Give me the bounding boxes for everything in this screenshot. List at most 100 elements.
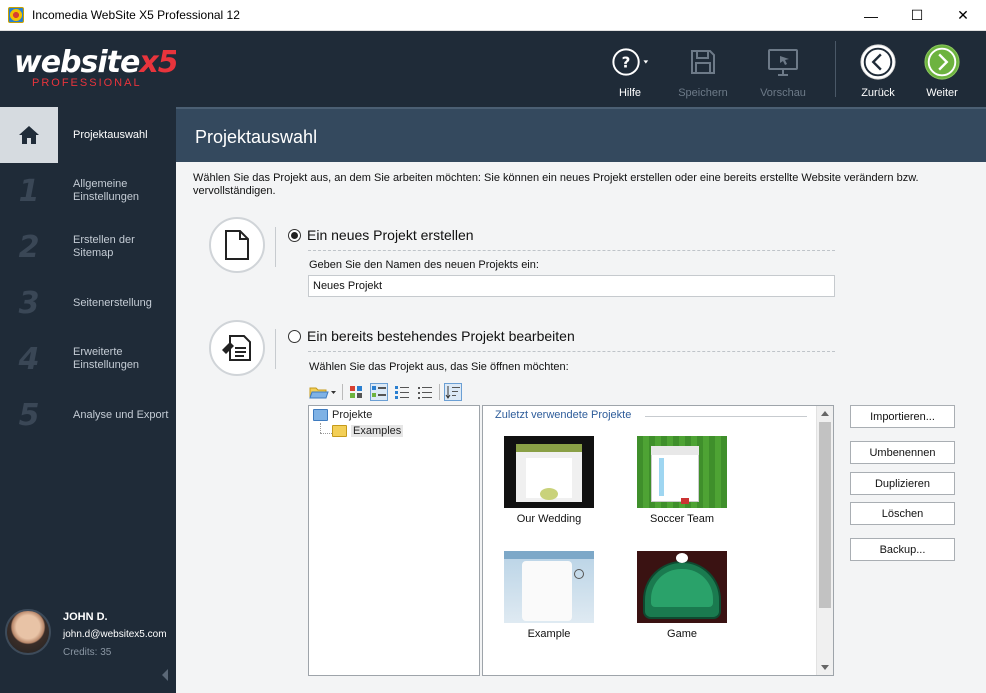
project-thumbnail: [504, 551, 594, 623]
backup-button[interactable]: Backup...: [850, 538, 955, 561]
tree-connector: [320, 433, 332, 434]
sidebar-item-analyse-export[interactable]: 5 Analyse und Export: [0, 387, 176, 443]
list-view-icon[interactable]: [393, 383, 411, 401]
close-button[interactable]: ✕: [940, 0, 986, 31]
step-number: 4: [18, 341, 40, 377]
existing-project-prompt: Wählen Sie das Projekt aus, das Sie öffn…: [309, 361, 569, 373]
edit-document-icon: [209, 320, 265, 376]
open-folder-dropdown-icon[interactable]: [309, 383, 337, 401]
import-button[interactable]: Importieren...: [850, 405, 955, 428]
sidebar-item-sitemap[interactable]: 2 Erstellen der Sitemap: [0, 219, 176, 275]
step-number: 2: [18, 229, 40, 265]
user-credits: Credits: 35: [63, 647, 112, 658]
tree-node-label: Examples: [351, 425, 404, 437]
folder-icon: [332, 425, 347, 437]
project-name: Example: [527, 628, 571, 640]
user-panel: JOHN D. john.d@websitex5.com Credits: 35: [0, 603, 176, 693]
preview-label: Vorschau: [760, 87, 806, 99]
new-project-option-label: Ein neues Projekt erstellen: [307, 227, 474, 243]
sidebar: websitex5 PROFESSIONAL Projektauswahl 1 …: [0, 31, 179, 693]
back-button[interactable]: Zurück: [848, 31, 908, 107]
details-view-icon[interactable]: [416, 383, 434, 401]
project-folder-tree[interactable]: Projekte Examples: [308, 405, 480, 676]
new-project-radio[interactable]: Ein neues Projekt erstellen: [288, 227, 474, 243]
project-name-input[interactable]: [308, 275, 835, 297]
next-label: Weiter: [926, 87, 958, 99]
user-name: JOHN D.: [63, 611, 108, 623]
tree-node-projekte[interactable]: Projekte: [313, 409, 372, 421]
page-intro: Wählen Sie das Projekt aus, an dem Sie a…: [193, 172, 919, 197]
sidebar-item-label: Seitenerstellung: [73, 296, 152, 309]
divider: [645, 416, 807, 417]
divider: [308, 351, 835, 352]
tree-node-examples[interactable]: Examples: [332, 425, 404, 437]
step-number: 3: [18, 285, 40, 321]
scroll-up-icon[interactable]: [821, 411, 829, 416]
project-view-toolbar: [309, 381, 467, 403]
toolbar-separator: [439, 384, 440, 400]
minimize-button[interactable]: —: [848, 0, 894, 31]
scroll-down-icon[interactable]: [821, 665, 829, 670]
save-label: Speichern: [678, 87, 728, 99]
sort-icon[interactable]: [444, 383, 462, 401]
sidebar-item-label: Analyse und Export: [73, 408, 169, 421]
new-project-prompt: Geben Sie den Namen des neuen Projekts e…: [309, 259, 539, 271]
delete-button[interactable]: Löschen: [850, 502, 955, 525]
existing-project-option-label: Ein bereits bestehendes Projekt bearbeit…: [307, 328, 575, 344]
main-toolbar: ? Hilfe Speichern Vorschau Zurück Weiter: [176, 31, 986, 107]
app-icon: [8, 7, 24, 23]
save-button[interactable]: Speichern: [673, 31, 733, 107]
tree-node-label: Projekte: [332, 409, 373, 421]
window-titlebar: Incomedia WebSite X5 Professional 12 — ☐…: [0, 0, 986, 31]
websitex5-logo: websitex5 PROFESSIONAL: [0, 31, 179, 107]
step-number: 1: [18, 173, 40, 209]
sidebar-item-seitenerstellung[interactable]: 3 Seitenerstellung: [0, 275, 176, 331]
help-button[interactable]: ? Hilfe: [600, 31, 660, 107]
project-thumbnail: [637, 436, 727, 508]
large-icons-view-icon[interactable]: [347, 383, 365, 401]
rename-button[interactable]: Umbenennen: [850, 441, 955, 464]
recent-projects-panel: Zuletzt verwendete Projekte Our Wedding …: [482, 405, 834, 676]
project-thumbnail: [637, 551, 727, 623]
existing-project-radio[interactable]: Ein bereits bestehendes Projekt bearbeit…: [288, 328, 575, 344]
project-name: Our Wedding: [516, 513, 582, 525]
preview-button[interactable]: Vorschau: [753, 31, 813, 107]
arrow-left-icon: [859, 43, 897, 81]
arrow-right-icon: [923, 43, 961, 81]
project-tile-our-wedding[interactable]: Our Wedding: [504, 436, 594, 525]
project-tile-game[interactable]: Game: [637, 551, 727, 640]
save-icon: [684, 43, 722, 81]
sidebar-item-label: Projektauswahl: [58, 107, 176, 163]
sidebar-item-label: Allgemeine Einstellungen: [73, 178, 140, 203]
logo-accent: x5: [139, 45, 178, 80]
page-title: Projektauswahl: [195, 127, 318, 147]
next-button[interactable]: Weiter: [912, 31, 972, 107]
radio-unselected-icon[interactable]: [288, 329, 301, 343]
main-content: Wählen Sie das Projekt aus, an dem Sie a…: [176, 162, 986, 693]
back-label: Zurück: [861, 87, 895, 99]
folder-icon: [313, 409, 328, 421]
project-tile-example[interactable]: Example: [504, 551, 594, 640]
duplicate-button[interactable]: Duplizieren: [850, 472, 955, 495]
sidebar-item-projektauswahl[interactable]: Projektauswahl: [0, 107, 176, 163]
page-header: Projektauswahl: [176, 107, 986, 162]
sidebar-item-allgemeine-einstellungen[interactable]: 1 Allgemeine Einstellungen: [0, 163, 176, 219]
avatar[interactable]: [5, 609, 51, 655]
radio-selected-icon[interactable]: [288, 228, 301, 242]
divider: [308, 250, 835, 251]
tiles-view-icon[interactable]: [370, 383, 388, 401]
project-name: Game: [667, 628, 697, 640]
tree-connector: [320, 423, 321, 433]
scroll-thumb[interactable]: [819, 422, 831, 608]
maximize-button[interactable]: ☐: [894, 0, 940, 31]
sidebar-item-erweiterte-einstellungen[interactable]: 4 Erweiterte Einstellungen: [0, 331, 176, 387]
home-icon: [0, 107, 58, 163]
project-tile-soccer-team[interactable]: Soccer Team: [637, 436, 727, 525]
sidebar-item-label: Erweiterte Einstellungen: [73, 346, 140, 371]
recent-projects-heading: Zuletzt verwendete Projekte: [495, 409, 632, 421]
projects-scrollbar[interactable]: [816, 406, 833, 675]
option-separator: [275, 227, 276, 267]
svg-text:?: ?: [622, 54, 631, 72]
help-label: Hilfe: [618, 87, 641, 99]
collapse-sidebar-icon[interactable]: [162, 669, 168, 681]
